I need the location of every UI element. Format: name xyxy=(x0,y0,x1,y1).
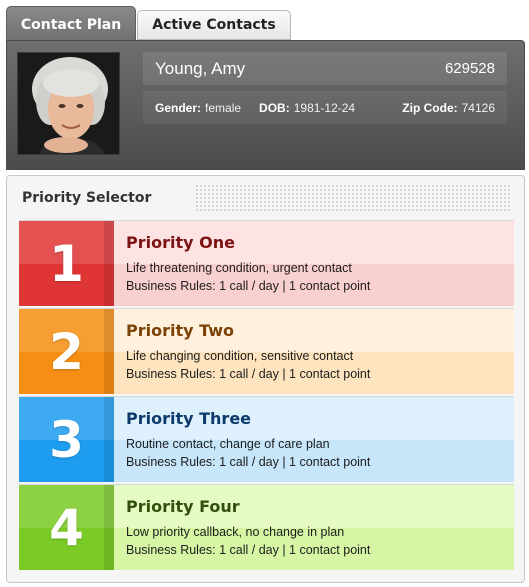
patient-name-bar: Young, Amy 629528 xyxy=(143,52,507,85)
badge-stripe xyxy=(104,485,114,570)
badge-stripe xyxy=(104,309,114,394)
tab-contact-plan[interactable]: Contact Plan xyxy=(6,6,136,43)
dob-label: DOB: xyxy=(259,100,290,115)
zip-value: 74126 xyxy=(461,100,495,115)
dob-value: 1981-12-24 xyxy=(293,100,356,115)
tab-active-contacts[interactable]: Active Contacts xyxy=(137,10,291,40)
priority-description: Low priority callback, no change in plan xyxy=(126,525,345,539)
gender-label: Gender: xyxy=(155,100,202,115)
patient-profile-panel: Young, Amy 629528 Gender: female DOB: 1981… xyxy=(6,40,525,170)
dob-field: DOB: 1981-12-24 xyxy=(259,101,355,115)
badge-stripe xyxy=(104,221,114,306)
priority-business-rules: Business Rules: 1 call / day | 1 contact… xyxy=(126,455,371,469)
patient-name: Young, Amy xyxy=(155,58,246,78)
gender-field: Gender: female xyxy=(155,101,241,115)
priority-title: Priority Three xyxy=(126,409,252,428)
priority-business-rules: Business Rules: 1 call / day | 1 contact… xyxy=(126,279,371,293)
priority-business-rules: Business Rules: 1 call / day | 1 contact… xyxy=(126,367,371,381)
priority-option-4[interactable]: 4 Priority Four Low priority callback, n… xyxy=(19,484,514,570)
patient-id: 629528 xyxy=(444,60,495,77)
zip-field: Zip Code: 74126 xyxy=(402,101,495,115)
priority-description: Routine contact, change of care plan xyxy=(126,437,330,451)
priority-business-rules: Business Rules: 1 call / day | 1 contact… xyxy=(126,543,371,557)
gender-value: female xyxy=(205,100,242,115)
priority-title: Priority Two xyxy=(126,321,235,340)
priority-description: Life changing condition, sensitive conta… xyxy=(126,349,354,363)
badge-stripe xyxy=(104,397,114,482)
priority-details: Priority Two Life changing condition, se… xyxy=(114,309,514,394)
priority-selector-title: Priority Selector xyxy=(22,190,152,206)
priority-selector: Priority Selector 1 Priority One Life th… xyxy=(6,175,525,583)
priority-title: Priority One xyxy=(126,233,235,252)
priority-number: 4 xyxy=(49,498,84,557)
priority-number-badge: 3 xyxy=(19,397,114,482)
priority-title: Priority Four xyxy=(126,497,240,516)
priority-option-2[interactable]: 2 Priority Two Life changing condition, … xyxy=(19,308,514,394)
priority-option-1[interactable]: 1 Priority One Life threatening conditio… xyxy=(19,220,514,306)
priority-number: 1 xyxy=(49,234,84,293)
priority-number-badge: 4 xyxy=(19,485,114,570)
priority-number: 2 xyxy=(49,322,84,381)
priority-description: Life threatening condition, urgent conta… xyxy=(126,261,352,275)
priority-details: Priority Four Low priority callback, no … xyxy=(114,485,514,570)
priority-number-badge: 1 xyxy=(19,221,114,306)
priority-details: Priority One Life threatening condition,… xyxy=(114,221,514,306)
dotted-pattern-decoration xyxy=(195,184,510,212)
priority-number-badge: 2 xyxy=(19,309,114,394)
zip-label: Zip Code: xyxy=(402,100,458,115)
priority-number: 3 xyxy=(49,410,84,469)
patient-photo-image xyxy=(18,53,119,154)
patient-info-bar: Gender: female DOB: 1981-12-24 Zip Code: 74… xyxy=(143,91,507,124)
priority-details: Priority Three Routine contact, change o… xyxy=(114,397,514,482)
patient-photo xyxy=(17,52,120,155)
tab-bar: Contact Plan Active Contacts xyxy=(6,4,526,43)
priority-option-3[interactable]: 3 Priority Three Routine contact, change… xyxy=(19,396,514,482)
